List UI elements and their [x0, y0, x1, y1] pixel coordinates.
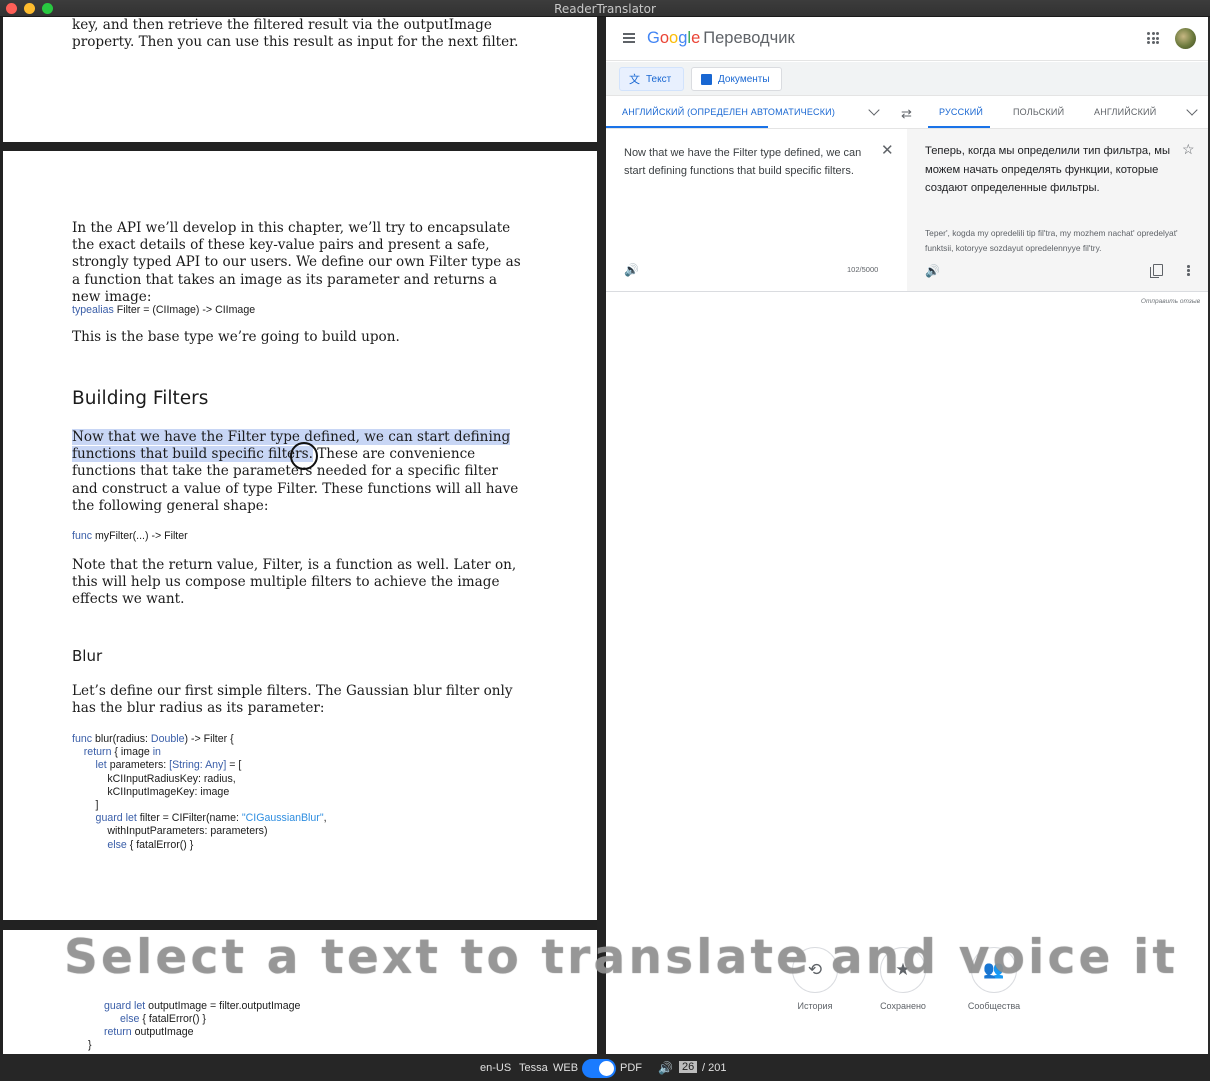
document-icon: [701, 73, 712, 85]
swap-languages-icon[interactable]: ⇄: [901, 106, 912, 122]
listen-translation-icon[interactable]: 🔊: [925, 264, 940, 278]
code-line: }: [88, 1039, 92, 1051]
documents-mode-button[interactable]: Документы: [691, 67, 782, 91]
text-cursor-indicator: [290, 442, 318, 470]
pdf-page[interactable]: guard let outputImage = filter.outputIma…: [3, 930, 597, 1054]
text-mode-button[interactable]: 文 Текст: [619, 67, 684, 91]
bottom-actions: ⟲ История ★ Сохранено 👥 Сообщества: [606, 947, 1208, 1027]
divider: [606, 291, 1208, 292]
language-bar: АНГЛИЙСКИЙ (ОПРЕДЕЛЕН АВТОМАТИЧЕСКИ) ⇄ Р…: [606, 97, 1208, 129]
avatar[interactable]: [1175, 28, 1196, 49]
paragraph[interactable]: Let’s define our first simple filters. T…: [72, 683, 527, 717]
send-feedback-link[interactable]: Отправить отзыв: [1141, 298, 1200, 305]
paragraph[interactable]: In the API we’ll develop in this chapter…: [72, 220, 527, 306]
web-mode-label[interactable]: WEB: [553, 1062, 578, 1074]
apps-grid-icon[interactable]: [1147, 32, 1159, 44]
star-icon: ★: [880, 947, 926, 993]
locale-selector[interactable]: en-US: [480, 1062, 511, 1074]
app-window: ReaderTranslator key, and then retrieve …: [0, 0, 1210, 1081]
star-icon[interactable]: ☆: [1182, 141, 1195, 158]
saved-label: Сохранено: [880, 1001, 926, 1011]
section-heading: Building Filters: [72, 388, 209, 409]
menu-icon[interactable]: [623, 33, 635, 43]
google-translate-pane[interactable]: Google Переводчик 文 Текст Документы АНГЛИ…: [606, 17, 1208, 1054]
target-language-tab-en[interactable]: АНГЛИЙСКИЙ: [1094, 107, 1156, 117]
window-title: ReaderTranslator: [554, 2, 656, 16]
code-keyword: typealias: [72, 304, 114, 316]
community-label: Сообщества: [967, 1001, 1021, 1011]
code-keyword: func: [72, 530, 93, 542]
documents-mode-label: Документы: [718, 73, 770, 85]
target-tab-indicator: [928, 126, 990, 128]
translation-area: Теперь, когда мы определили тип фильтра,…: [907, 129, 1208, 291]
history-label: История: [797, 1001, 833, 1011]
more-options-icon[interactable]: [1187, 265, 1190, 277]
paragraph[interactable]: Note that the return value, Filter, is a…: [72, 557, 527, 609]
source-text[interactable]: Now that we have the Filter type defined…: [624, 144, 869, 180]
status-bar: en-US Tessa WEB PDF 🔊 26 / 201: [0, 1054, 1210, 1081]
people-icon: 👥: [971, 947, 1017, 993]
mode-bar: 文 Текст Документы: [606, 62, 1208, 96]
pdf-reader-pane[interactable]: key, and then retrieve the filtered resu…: [0, 17, 600, 1054]
text-line: key, and then retrieve the filtered resu…: [72, 17, 492, 33]
target-language-tab-pl[interactable]: ПОЛЬСКИЙ: [1013, 107, 1064, 117]
pdf-mode-label[interactable]: PDF: [620, 1062, 642, 1074]
page-total: / 201: [702, 1062, 727, 1074]
pdf-page[interactable]: key, and then retrieve the filtered resu…: [3, 17, 597, 142]
translate-header: Google Переводчик: [606, 17, 1208, 61]
code-line[interactable]: guard let outputImage = filter.outputIma…: [104, 1000, 300, 1013]
speaker-icon[interactable]: 🔊: [658, 1061, 673, 1075]
translation-text: Теперь, когда мы определили тип фильтра,…: [925, 145, 1171, 194]
code-line[interactable]: else { fatalError() }: [120, 1013, 206, 1026]
page-number-input[interactable]: 26: [679, 1061, 698, 1073]
chevron-down-icon[interactable]: [1186, 104, 1198, 116]
code-block-blur[interactable]: func blur(radius: Double) -> Filter { re…: [72, 733, 327, 852]
product-name: Переводчик: [703, 29, 795, 47]
source-language-tab[interactable]: АНГЛИЙСКИЙ (ОПРЕДЕЛЕН АВТОМАТИЧЕСКИ): [622, 107, 835, 117]
paragraph[interactable]: This is the base type we’re going to bui…: [72, 329, 527, 346]
char-counter: 102/5000: [847, 265, 879, 274]
text-line: property. Then you can use this result a…: [72, 34, 519, 51]
transliteration-text: Teper', kogda my opredelili tip fil'tra,…: [925, 228, 1178, 253]
web-pdf-toggle[interactable]: [582, 1059, 616, 1078]
split-divider[interactable]: [597, 17, 606, 1054]
history-button[interactable]: ⟲ История: [775, 947, 855, 1011]
text-mode-label: Текст: [646, 73, 672, 85]
translate-icon: 文: [629, 74, 640, 86]
pdf-page[interactable]: In the API we’ll develop in this chapter…: [3, 151, 597, 920]
code-text: myFilter(...) -> Filter: [92, 530, 188, 542]
code-typealias[interactable]: typealias Filter = (CIImage) -> CIImage: [72, 304, 255, 317]
saved-button[interactable]: ★ Сохранено: [863, 947, 943, 1011]
copy-icon[interactable]: [1150, 264, 1163, 278]
clear-text-icon[interactable]: ✕: [881, 141, 894, 159]
code-func[interactable]: func myFilter(...) -> Filter: [72, 530, 188, 543]
code-text: Filter = (CIImage) -> CIImage: [113, 304, 256, 316]
paragraph: key, and then retrieve the filtered resu…: [72, 17, 542, 51]
target-language-tab-ru[interactable]: РУССКИЙ: [939, 107, 983, 117]
section-heading: Blur: [72, 647, 103, 665]
title-bar: ReaderTranslator: [0, 0, 1210, 17]
source-tab-indicator: [606, 126, 768, 128]
community-button[interactable]: 👥 Сообщества: [954, 947, 1034, 1011]
chevron-down-icon[interactable]: [868, 104, 880, 116]
source-text-area[interactable]: Now that we have the Filter type defined…: [606, 129, 907, 291]
listen-source-icon[interactable]: 🔊: [624, 263, 639, 277]
history-icon: ⟲: [792, 947, 838, 993]
voice-selector[interactable]: Tessa: [519, 1062, 548, 1074]
google-translate-logo[interactable]: Google Переводчик: [647, 29, 795, 48]
code-line[interactable]: return outputImage: [104, 1026, 194, 1039]
